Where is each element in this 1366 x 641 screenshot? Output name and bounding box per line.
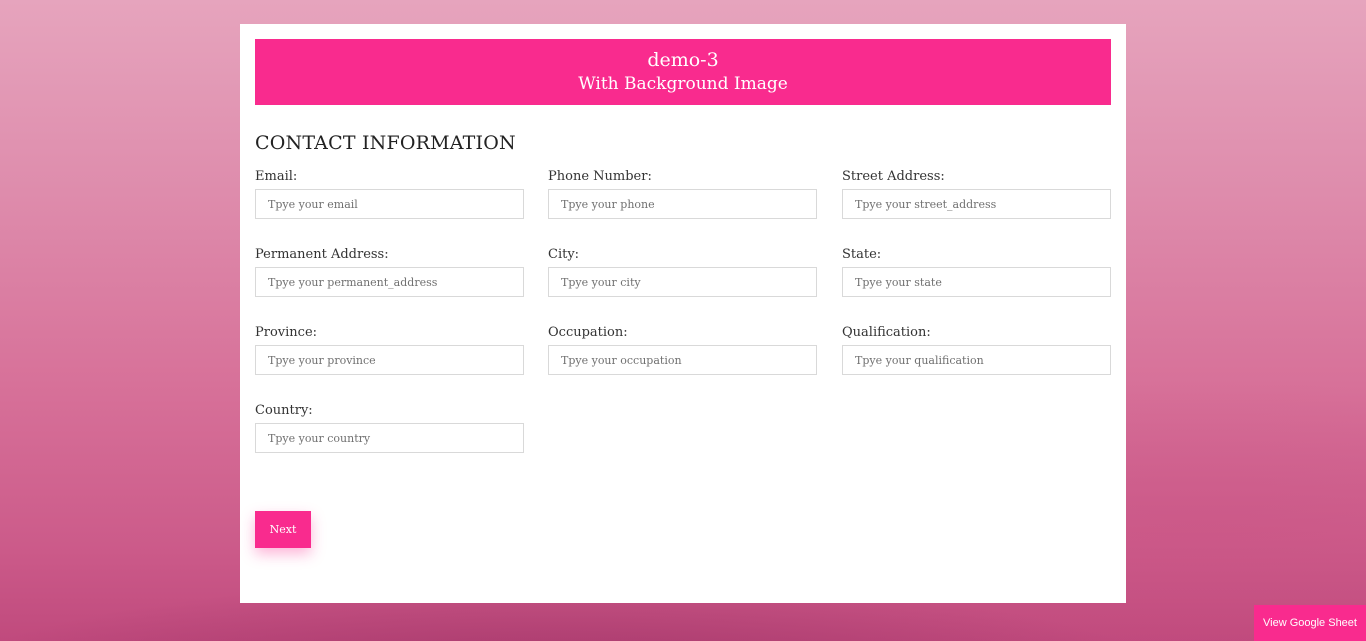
- phone-input[interactable]: [548, 189, 817, 219]
- state-field-group: State:: [842, 247, 1111, 297]
- qualification-label: Qualification:: [842, 325, 931, 340]
- occupation-field-group: Occupation:: [548, 325, 817, 375]
- qualification-input[interactable]: [842, 345, 1111, 375]
- form-title: demo-3: [647, 49, 719, 71]
- phone-field-group: Phone Number:: [548, 169, 817, 219]
- occupation-label: Occupation:: [548, 325, 628, 340]
- province-label: Province:: [255, 325, 318, 340]
- form-card: demo-3 With Background Image CONTACT INF…: [240, 24, 1126, 603]
- state-input[interactable]: [842, 267, 1111, 297]
- email-input[interactable]: [255, 189, 524, 219]
- province-input[interactable]: [255, 345, 524, 375]
- section-title: CONTACT INFORMATION: [255, 132, 516, 154]
- country-field-group: Country:: [255, 403, 524, 453]
- qualification-field-group: Qualification:: [842, 325, 1111, 375]
- form-subtitle: With Background Image: [578, 74, 788, 94]
- country-label: Country:: [255, 403, 313, 418]
- occupation-input[interactable]: [548, 345, 817, 375]
- email-label: Email:: [255, 169, 298, 184]
- country-input[interactable]: [255, 423, 524, 453]
- permanent-address-field-group: Permanent Address:: [255, 247, 524, 297]
- permanent-address-input[interactable]: [255, 267, 524, 297]
- city-label: City:: [548, 247, 580, 262]
- province-field-group: Province:: [255, 325, 524, 375]
- next-button[interactable]: Next: [255, 511, 311, 548]
- street-address-input[interactable]: [842, 189, 1111, 219]
- street-address-label: Street Address:: [842, 169, 945, 184]
- street-address-field-group: Street Address:: [842, 169, 1111, 219]
- state-label: State:: [842, 247, 882, 262]
- form-header-banner: demo-3 With Background Image: [255, 39, 1111, 105]
- city-input[interactable]: [548, 267, 817, 297]
- city-field-group: City:: [548, 247, 817, 297]
- email-field-group: Email:: [255, 169, 524, 219]
- phone-label: Phone Number:: [548, 169, 652, 184]
- view-google-sheet-button[interactable]: View Google Sheet: [1254, 605, 1366, 641]
- permanent-address-label: Permanent Address:: [255, 247, 389, 262]
